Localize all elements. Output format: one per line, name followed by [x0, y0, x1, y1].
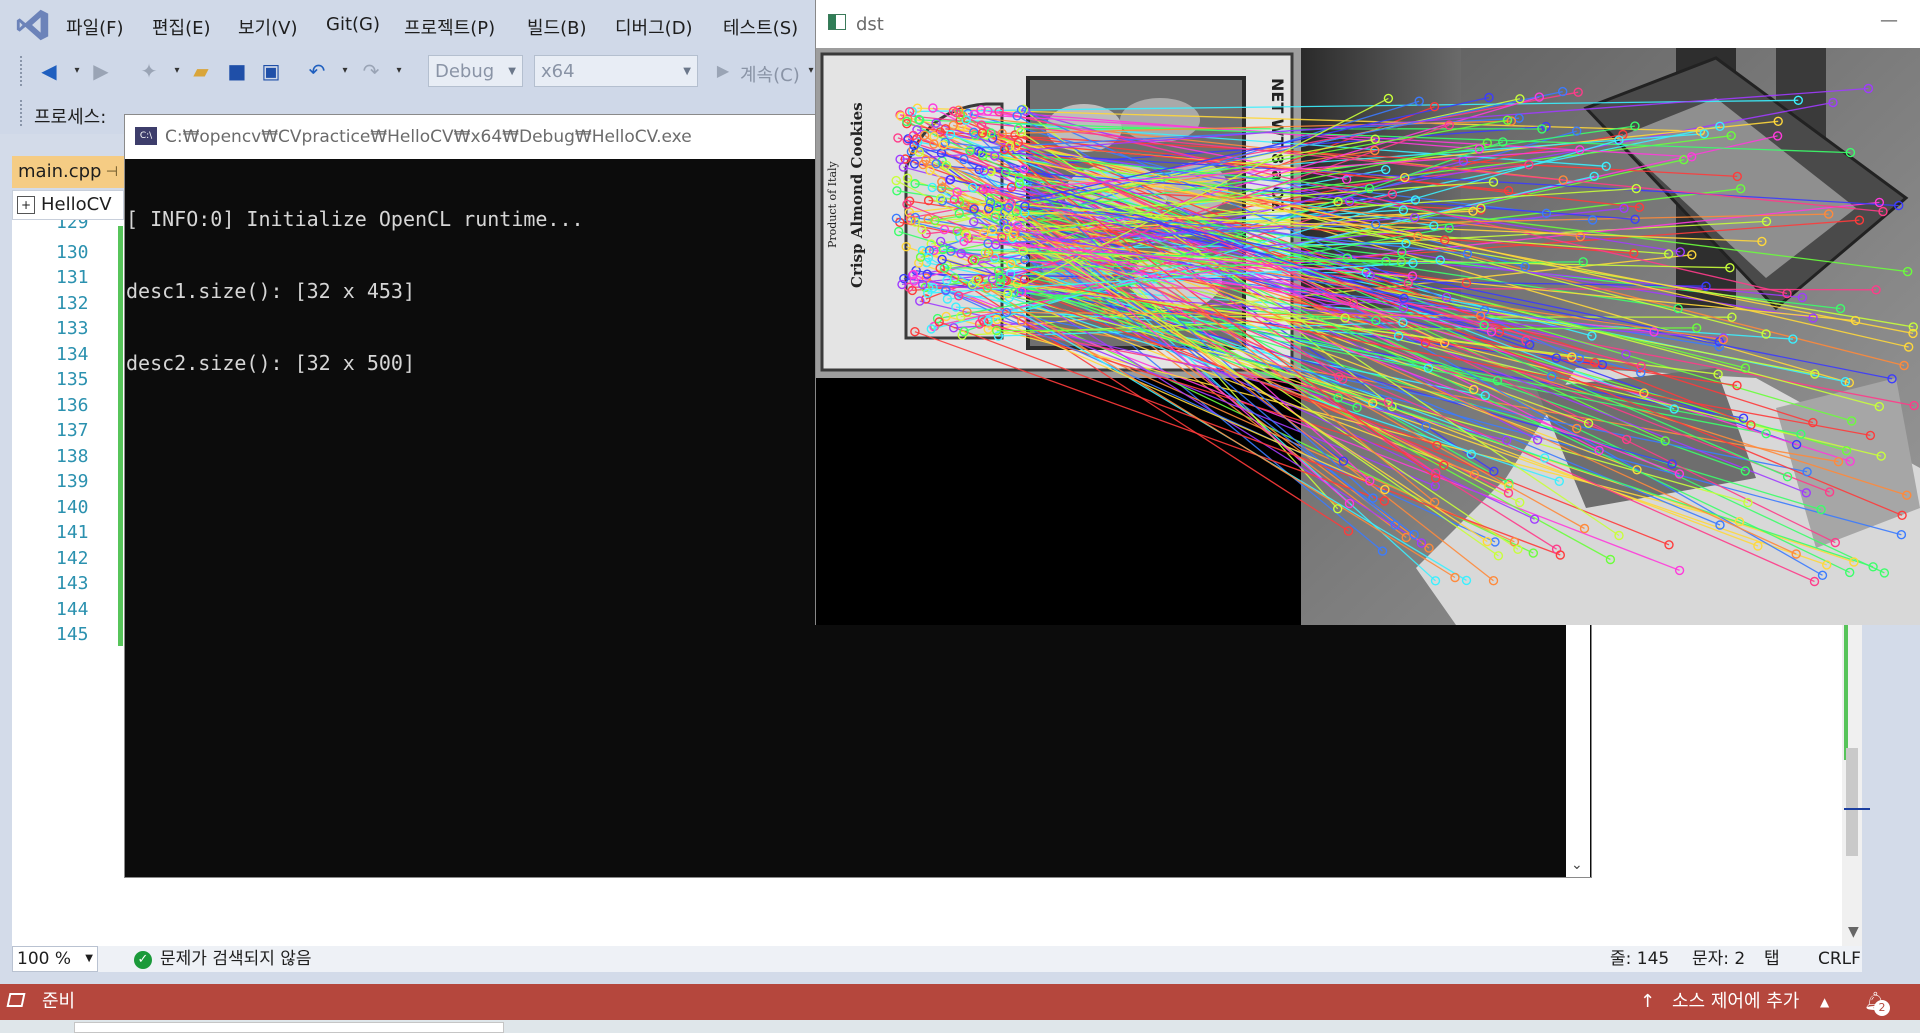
- chevron-down-icon: ▼: [85, 953, 93, 964]
- menu-debug[interactable]: 디버그(D): [615, 14, 693, 40]
- zoom-value: 100 %: [17, 949, 72, 969]
- line-number: 130: [56, 242, 89, 263]
- back-icon[interactable]: ◀: [38, 60, 60, 82]
- redo-icon[interactable]: ↷: [360, 60, 382, 82]
- windows-taskbar: [0, 1020, 1920, 1033]
- line-number: 145: [56, 624, 89, 645]
- output-window-icon[interactable]: [6, 993, 26, 1007]
- line-number: 144: [56, 599, 89, 620]
- forward-icon[interactable]: ▶: [90, 60, 112, 82]
- toolbar-grip[interactable]: [20, 100, 26, 126]
- menu-file[interactable]: 파일(F): [66, 14, 124, 40]
- play-icon[interactable]: ▶: [712, 60, 734, 82]
- line-number: 133: [56, 318, 89, 339]
- char-indicator[interactable]: 문자: 2: [1692, 946, 1745, 972]
- feature-matches-image: Product of Italy Crisp Almond Cookies NE…: [816, 48, 1920, 625]
- taskbar-search-box[interactable]: [74, 1022, 504, 1033]
- line-number: 131: [56, 267, 89, 288]
- minimize-icon[interactable]: —: [1880, 10, 1898, 31]
- eol-indicator[interactable]: CRLF: [1818, 946, 1861, 972]
- issues-status[interactable]: 문제가 검색되지 않음: [160, 946, 312, 972]
- line-number: 141: [56, 522, 89, 543]
- line-number: 142: [56, 548, 89, 569]
- chevron-down-icon: ▼: [683, 66, 691, 77]
- tab-indicator[interactable]: 탭: [1764, 946, 1780, 972]
- menu-test[interactable]: 테스트(S): [723, 14, 798, 40]
- line-number: 143: [56, 573, 89, 594]
- dst-title-bar[interactable]: dst: [816, 0, 1920, 48]
- menu-bar: 파일(F) 편집(E) 보기(V) Git(G) 프로젝트(P) 빌드(B) 디…: [0, 0, 820, 50]
- box-side-text-1: Product of Italy: [826, 160, 839, 248]
- line-indicator[interactable]: 줄: 145: [1610, 946, 1669, 972]
- arrow-up-icon: ↑: [1640, 991, 1656, 1012]
- chevron-up-icon[interactable]: ▲: [1820, 984, 1829, 1020]
- menu-project[interactable]: 프로젝트(P): [404, 14, 495, 40]
- status-bar: 준비 ↑ 소스 제어에 추가 ▲ 🔔︎ 2: [0, 984, 1920, 1020]
- menu-git[interactable]: Git(G): [326, 14, 380, 35]
- console-line: desc2.size(): [32 x 500]: [126, 351, 415, 375]
- tab-label: main.cpp: [18, 161, 102, 182]
- visual-studio-logo-icon[interactable]: [14, 6, 52, 44]
- tab-main-cpp[interactable]: main.cpp ⊣: [12, 156, 124, 188]
- line-number-gutter: 129 130 131 132 133 134 135 136 137 138 …: [12, 212, 124, 946]
- change-tracking-bar: [118, 226, 123, 646]
- undo-dropdown-icon[interactable]: ▾: [334, 60, 356, 82]
- standard-toolbar: ◀ ▾ ▶ ✦ ▾ ▰ ■ ▣ ↶ ▾ ↷ ▾ Debug ▼ x64 ▼ ▶ …: [0, 50, 820, 94]
- console-line: desc1.size(): [32 x 453]: [126, 279, 415, 303]
- project-nav-combo[interactable]: + HelloCV: [12, 190, 124, 220]
- box-side-text-2: Crisp Almond Cookies: [848, 102, 866, 288]
- chevron-down-icon: ▼: [508, 66, 516, 77]
- console-app-icon: C:\: [135, 127, 157, 145]
- line-number: 139: [56, 471, 89, 492]
- project-icon: +: [17, 196, 35, 214]
- save-all-icon[interactable]: ▣: [260, 60, 282, 82]
- dst-title: dst: [856, 14, 884, 35]
- new-dropdown-icon[interactable]: ▾: [166, 60, 188, 82]
- platform-combo[interactable]: x64 ▼: [534, 55, 698, 87]
- menu-view[interactable]: 보기(V): [238, 14, 297, 40]
- line-number: 137: [56, 420, 89, 441]
- save-icon[interactable]: ■: [226, 60, 248, 82]
- scroll-down-icon[interactable]: ▼: [1848, 924, 1859, 940]
- line-number: 140: [56, 497, 89, 518]
- menu-build[interactable]: 빌드(B): [527, 14, 587, 40]
- caret-position-marker: [1844, 808, 1870, 810]
- continue-button[interactable]: 계속(C): [740, 61, 800, 87]
- menu-edit[interactable]: 편집(E): [152, 14, 211, 40]
- image-window-icon: [828, 14, 846, 30]
- pin-icon[interactable]: ⊣: [106, 156, 118, 188]
- undo-icon[interactable]: ↶: [306, 60, 328, 82]
- line-number: 135: [56, 369, 89, 390]
- check-circle-icon: ✓: [134, 951, 152, 969]
- config-combo[interactable]: Debug ▼: [428, 55, 523, 87]
- console-title: C:₩opencv₩CVpractice₩HelloCV₩x64₩Debug₩H…: [165, 127, 692, 147]
- platform-value: x64: [541, 61, 575, 82]
- process-label: 프로세스:: [34, 107, 107, 128]
- console-output: [ INFO:0] Initialize OpenCL runtime... d…: [126, 159, 806, 399]
- scrollbar-thumb[interactable]: [1846, 748, 1858, 856]
- ready-status: 준비: [42, 991, 76, 1012]
- project-nav-label: HelloCV: [41, 194, 112, 215]
- open-icon[interactable]: ▰: [190, 60, 212, 82]
- line-number: 132: [56, 293, 89, 314]
- zoom-combo[interactable]: 100 % ▼: [12, 946, 98, 972]
- back-dropdown-icon[interactable]: ▾: [66, 60, 88, 82]
- redo-dropdown-icon[interactable]: ▾: [388, 60, 410, 82]
- line-number: 134: [56, 344, 89, 365]
- line-number: 136: [56, 395, 89, 416]
- notification-count-badge: 2: [1874, 1000, 1890, 1016]
- chevron-down-icon[interactable]: ⌄: [1571, 857, 1583, 873]
- toolbar-grip[interactable]: [20, 56, 26, 86]
- console-line: [ INFO:0] Initialize OpenCL runtime...: [126, 207, 584, 231]
- line-number: 138: [56, 446, 89, 467]
- new-project-icon[interactable]: ✦: [138, 60, 160, 82]
- config-value: Debug: [435, 61, 495, 82]
- add-to-source-control-button[interactable]: 소스 제어에 추가: [1672, 984, 1799, 1020]
- scrollbar-change-marker: [1844, 620, 1848, 760]
- console-title-bar[interactable]: C:₩opencv₩CVpractice₩HelloCV₩x64₩Debug₩H…: [125, 115, 821, 159]
